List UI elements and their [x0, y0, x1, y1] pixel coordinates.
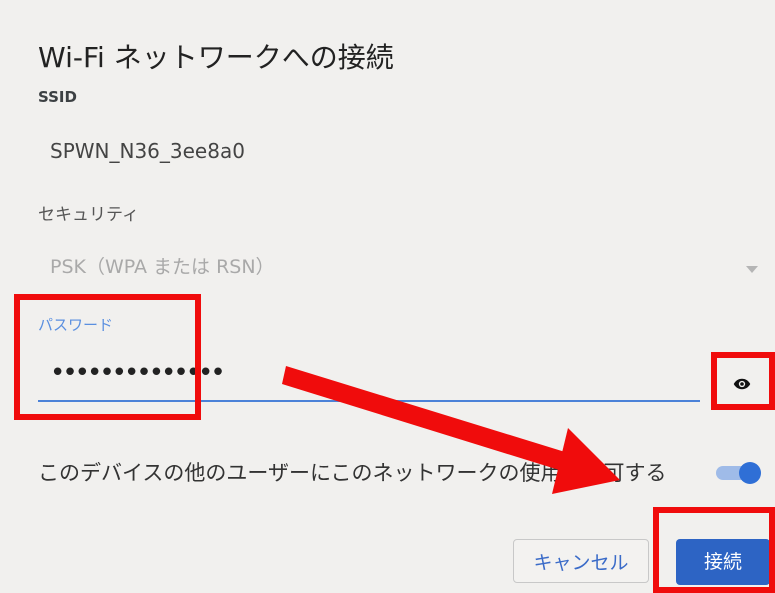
- security-select[interactable]: PSK（WPA または RSN）: [50, 252, 275, 279]
- share-network-label: このデバイスの他のユーザーにこのネットワークの使用を許可する: [38, 461, 667, 485]
- security-label: セキュリティ: [38, 205, 139, 225]
- highlight-password-box: [14, 294, 201, 420]
- chevron-down-icon[interactable]: [746, 266, 758, 273]
- toggle-knob: [739, 462, 761, 484]
- cancel-button[interactable]: キャンセル: [513, 539, 649, 583]
- share-network-toggle[interactable]: [716, 462, 761, 484]
- highlight-eye-box: [711, 352, 775, 410]
- ssid-label: SSID: [38, 88, 77, 106]
- highlight-connect-box: [653, 507, 775, 593]
- dialog-title: Wi-Fi ネットワークへの接続: [38, 41, 394, 74]
- ssid-field[interactable]: SPWN_N36_3ee8a0: [50, 139, 245, 163]
